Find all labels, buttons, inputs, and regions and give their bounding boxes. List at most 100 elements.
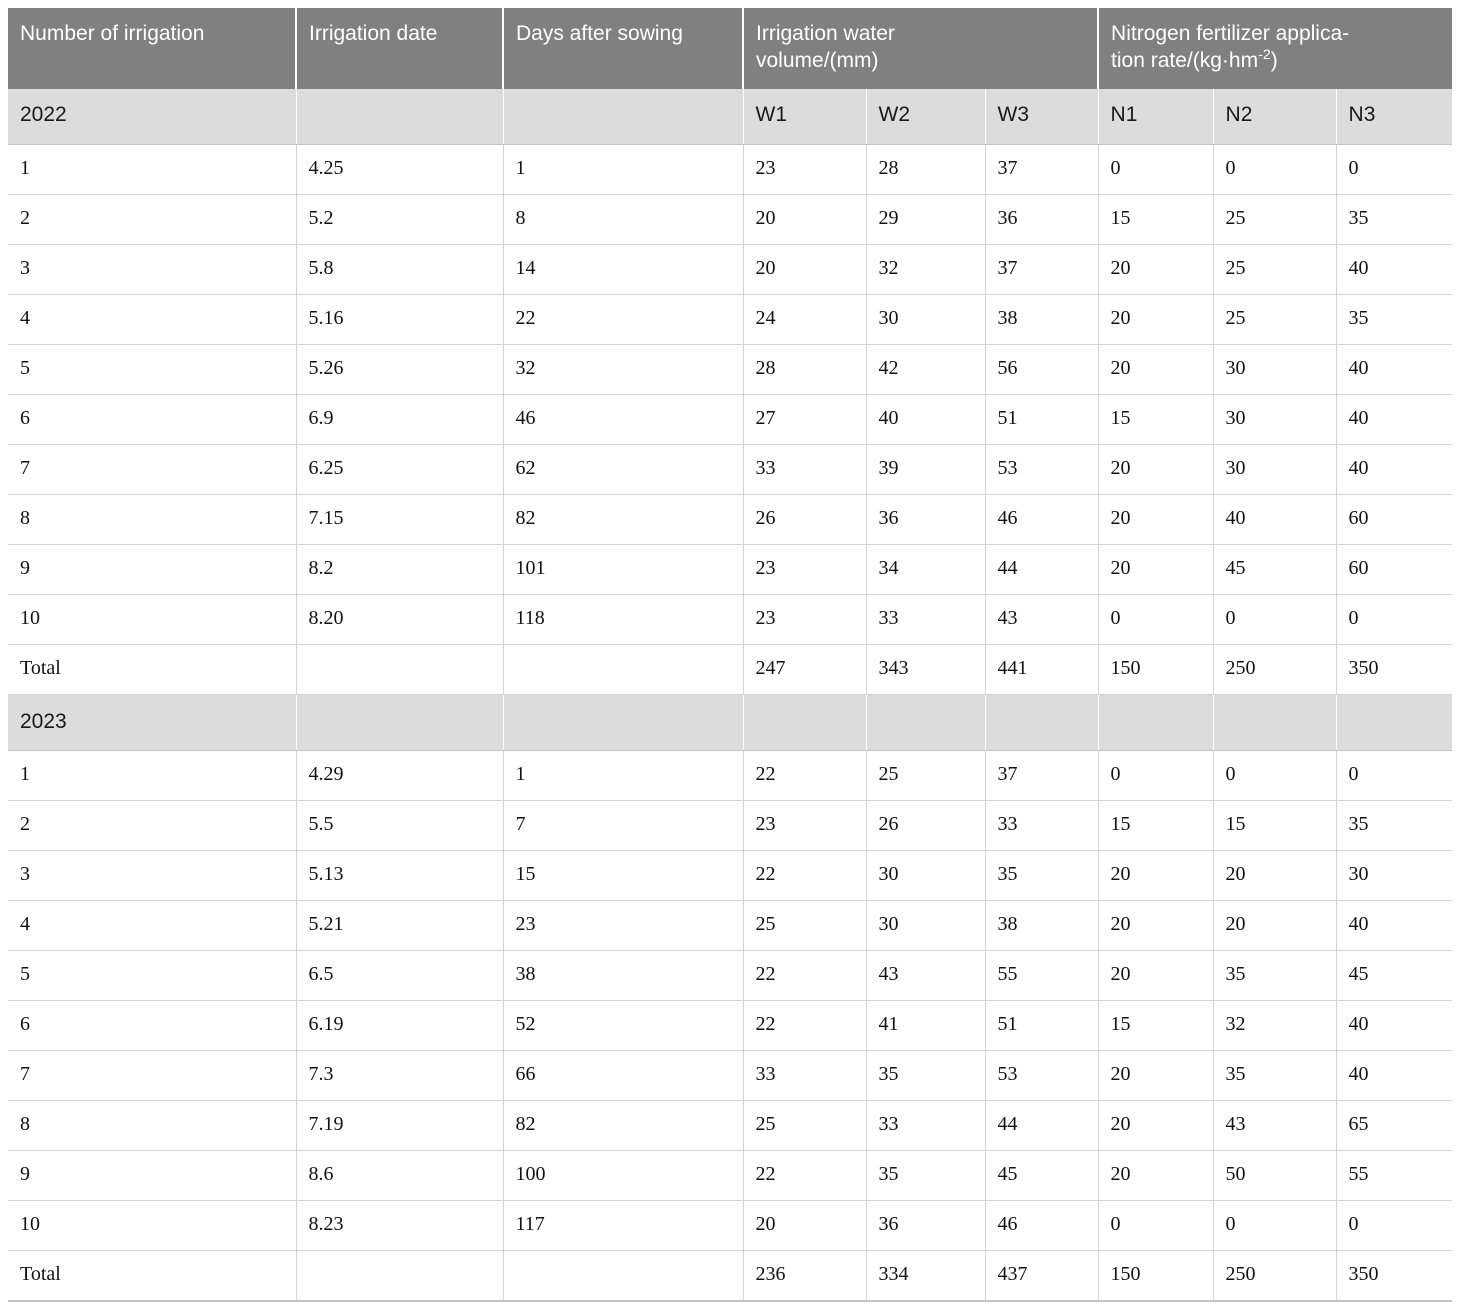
cell-date: 6.19 (296, 1000, 504, 1052)
cell-w3: 37 (985, 750, 1099, 802)
year-band-empty (296, 694, 504, 752)
table-row: 4 5.21 23 25 30 38 20 20 40 (8, 900, 1453, 952)
cell-date: 8.20 (296, 594, 504, 646)
cell-n2: 0 (1213, 594, 1337, 646)
cell-days (503, 644, 744, 696)
cell-w1: 22 (743, 950, 867, 1002)
cell-n3: 30 (1336, 850, 1453, 902)
cell-w3: 44 (985, 544, 1099, 596)
cell-date: 6.5 (296, 950, 504, 1002)
cell-w1: 23 (743, 800, 867, 852)
cell-n2: 43 (1213, 1100, 1337, 1152)
cell-n1: 20 (1098, 294, 1214, 346)
cell-number: 10 (8, 1200, 297, 1252)
year-label-2023: 2023 (8, 694, 297, 752)
cell-w2: 28 (866, 144, 986, 196)
cell-date (296, 1250, 504, 1302)
irrigation-nitrogen-table: Number of irrigation Irrigation date Day… (8, 8, 1453, 1302)
cell-n3: 40 (1336, 244, 1453, 296)
cell-days: 118 (503, 594, 744, 646)
cell-n1: 0 (1098, 594, 1214, 646)
cell-w1: 23 (743, 144, 867, 196)
cell-w3: 44 (985, 1100, 1099, 1152)
cell-n1: 20 (1098, 344, 1214, 396)
cell-date: 5.21 (296, 900, 504, 952)
cell-n1: 20 (1098, 950, 1214, 1002)
cell-n1: 0 (1098, 750, 1214, 802)
cell-w2: 33 (866, 594, 986, 646)
cell-n3: 40 (1336, 394, 1453, 446)
cell-days: 23 (503, 900, 744, 952)
header-number-of-irrigation: Number of irrigation (8, 8, 297, 89)
cell-n3: 40 (1336, 1000, 1453, 1052)
cell-days: 100 (503, 1150, 744, 1202)
cell-number: Total (8, 1250, 297, 1302)
table-body: 2022 W1 W2 W3 N1 N2 N3 1 4.25 1 23 28 37 0 0 0 2 5.2 8 20 29… (8, 88, 1453, 1302)
header-group-water-line2: volume/(mm) (756, 49, 879, 73)
header-sub-empty (296, 88, 504, 146)
table-row: 6 6.19 52 22 41 51 15 32 40 (8, 1000, 1453, 1052)
cell-n1: 15 (1098, 394, 1214, 446)
cell-number: 8 (8, 494, 297, 546)
cell-number: 5 (8, 344, 297, 396)
cell-w3: 437 (985, 1250, 1099, 1302)
cell-number: 4 (8, 294, 297, 346)
cell-n2: 32 (1213, 1000, 1337, 1052)
cell-days: 117 (503, 1200, 744, 1252)
table-row: 2 5.2 8 20 29 36 15 25 35 (8, 194, 1453, 246)
table-row: 10 8.23 117 20 36 46 0 0 0 (8, 1200, 1453, 1252)
cell-n1: 20 (1098, 244, 1214, 296)
cell-n2: 250 (1213, 1250, 1337, 1302)
cell-n2: 30 (1213, 394, 1337, 446)
cell-w1: 25 (743, 1100, 867, 1152)
cell-n1: 15 (1098, 1000, 1214, 1052)
header-group-nitrogen-line1: Nitrogen fertilizer applica- (1111, 22, 1350, 45)
cell-date: 5.8 (296, 244, 504, 296)
header-group-nitrogen-fertilizer-rate: Nitrogen fertilizer applica- tion rate/(… (1098, 8, 1453, 89)
cell-n1: 0 (1098, 1200, 1214, 1252)
cell-w1: 28 (743, 344, 867, 396)
cell-w2: 30 (866, 850, 986, 902)
cell-w3: 46 (985, 1200, 1099, 1252)
cell-w1: 20 (743, 194, 867, 246)
cell-days: 66 (503, 1050, 744, 1102)
cell-n2: 0 (1213, 144, 1337, 196)
cell-n3: 45 (1336, 950, 1453, 1002)
table-row: 6 6.9 46 27 40 51 15 30 40 (8, 394, 1453, 446)
cell-w3: 53 (985, 1050, 1099, 1102)
cell-date: 8.2 (296, 544, 504, 596)
cell-w2: 334 (866, 1250, 986, 1302)
cell-w3: 56 (985, 344, 1099, 396)
cell-n3: 350 (1336, 644, 1453, 696)
cell-w2: 30 (866, 900, 986, 952)
cell-date: 7.3 (296, 1050, 504, 1102)
table-row: 10 8.20 118 23 33 43 0 0 0 (8, 594, 1453, 646)
header-sub-N3: N3 (1336, 88, 1453, 146)
cell-n3: 0 (1336, 144, 1453, 196)
cell-n2: 45 (1213, 544, 1337, 596)
cell-w1: 22 (743, 750, 867, 802)
cell-number: 6 (8, 394, 297, 446)
year-band-empty (1098, 694, 1214, 752)
table-container: Number of irrigation Irrigation date Day… (0, 0, 1460, 1316)
header-sub-W3: W3 (985, 88, 1099, 146)
header-group-water-line1: Irrigation water (756, 22, 895, 45)
cell-date: 5.13 (296, 850, 504, 902)
cell-number: 10 (8, 594, 297, 646)
cell-days: 1 (503, 144, 744, 196)
header-nitrogen-exponent: -2 (1258, 47, 1271, 64)
header-sub-W1: W1 (743, 88, 867, 146)
cell-w1: 33 (743, 1050, 867, 1102)
cell-w3: 55 (985, 950, 1099, 1002)
cell-w3: 38 (985, 900, 1099, 952)
cell-n2: 0 (1213, 1200, 1337, 1252)
cell-days: 82 (503, 1100, 744, 1152)
header-group-irrigation-water-volume: Irrigation water volume/(mm) (743, 8, 1100, 89)
cell-w3: 37 (985, 144, 1099, 196)
cell-n2: 35 (1213, 950, 1337, 1002)
cell-w2: 35 (866, 1150, 986, 1202)
cell-n1: 15 (1098, 194, 1214, 246)
cell-days: 82 (503, 494, 744, 546)
cell-n3: 35 (1336, 800, 1453, 852)
cell-number: 1 (8, 144, 297, 196)
